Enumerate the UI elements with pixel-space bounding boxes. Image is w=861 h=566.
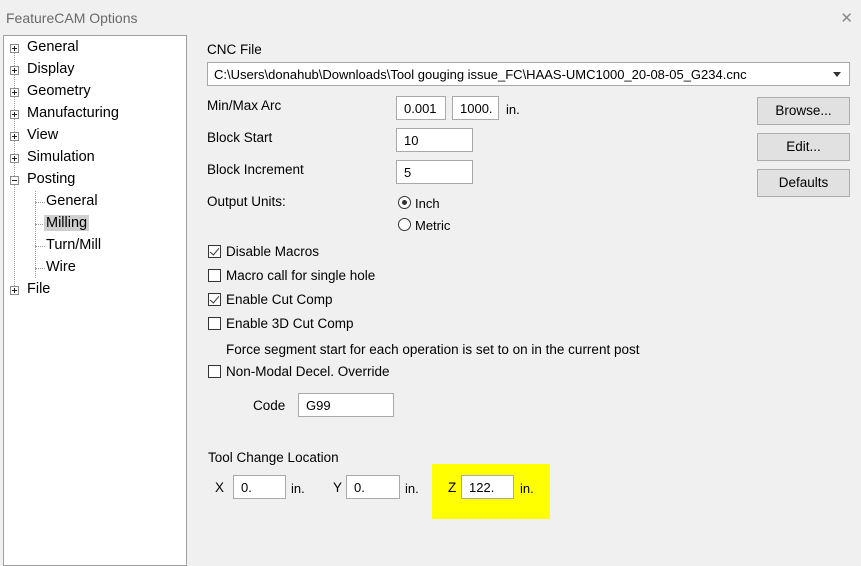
tree-item-manufacturing[interactable]: Manufacturing	[27, 105, 119, 121]
title-bar: FeatureCAM Options ✕	[0, 0, 861, 34]
output-units-label: Output Units:	[207, 194, 286, 209]
y-unit-label: in.	[405, 481, 419, 496]
enable-cut-comp-label: Enable Cut Comp	[226, 292, 333, 307]
metric-radio[interactable]	[398, 218, 411, 231]
x-label: X	[215, 480, 225, 495]
enable-cut-comp-checkbox[interactable]	[208, 293, 221, 306]
expand-display-icon[interactable]	[10, 66, 19, 75]
cnc-file-dropdown[interactable]: C:\Users\donahub\Downloads\Tool gouging …	[207, 62, 850, 86]
tree-item-file[interactable]: File	[27, 281, 50, 297]
non-modal-decel-label: Non-Modal Decel. Override	[226, 364, 390, 379]
macro-single-hole-checkbox[interactable]	[208, 269, 221, 282]
non-modal-decel-checkbox[interactable]	[208, 365, 221, 378]
tree-item-general[interactable]: General	[27, 39, 79, 55]
expand-general-icon[interactable]	[10, 44, 19, 53]
y-input[interactable]: 0.	[346, 475, 400, 499]
expand-manufacturing-icon[interactable]	[10, 110, 19, 119]
enable-3d-cut-comp-checkbox[interactable]	[208, 317, 221, 330]
block-start-label: Block Start	[207, 130, 273, 145]
defaults-button[interactable]: Defaults	[757, 169, 850, 197]
min-max-arc-label: Min/Max Arc	[207, 98, 282, 113]
block-start-input[interactable]: 10	[396, 128, 473, 152]
options-tree: General Display Geometry Manufacturing V…	[3, 35, 187, 566]
expand-simulation-icon[interactable]	[10, 154, 19, 163]
force-segment-note: Force segment start for each operation i…	[226, 342, 640, 357]
tool-change-location-label: Tool Change Location	[208, 450, 339, 465]
disable-macros-label: Disable Macros	[226, 244, 320, 259]
tree-item-geometry[interactable]: Geometry	[27, 83, 91, 99]
z-label: Z	[448, 480, 457, 495]
max-arc-input[interactable]: 1000.	[452, 96, 499, 120]
arc-unit-label: in.	[506, 102, 520, 117]
close-icon[interactable]: ✕	[840, 9, 853, 27]
disable-macros-checkbox[interactable]	[208, 245, 221, 258]
tree-item-posting-general[interactable]: General	[46, 193, 98, 209]
tree-item-posting-milling[interactable]: Milling	[44, 215, 90, 231]
tree-item-posting-wire[interactable]: Wire	[46, 259, 76, 275]
min-arc-input[interactable]: 0.001	[396, 96, 446, 120]
block-increment-input[interactable]: 5	[396, 160, 473, 184]
browse-button[interactable]: Browse...	[757, 97, 850, 125]
enable-3d-cut-comp-label: Enable 3D Cut Comp	[226, 316, 354, 331]
code-input[interactable]: G99	[298, 393, 394, 417]
chevron-down-icon[interactable]	[833, 72, 841, 77]
x-unit-label: in.	[291, 481, 305, 496]
block-increment-label: Block Increment	[207, 162, 304, 177]
tree-item-posting[interactable]: Posting	[27, 171, 75, 187]
code-label: Code	[253, 398, 286, 413]
expand-view-icon[interactable]	[10, 132, 19, 141]
x-input[interactable]: 0.	[233, 475, 286, 499]
z-unit-label: in.	[520, 481, 534, 496]
inch-label: Inch	[415, 196, 440, 211]
expand-file-icon[interactable]	[10, 286, 19, 295]
cnc-file-path: C:\Users\donahub\Downloads\Tool gouging …	[214, 67, 747, 82]
z-input[interactable]: 122.	[461, 475, 514, 499]
inch-radio[interactable]	[398, 196, 411, 209]
expand-geometry-icon[interactable]	[10, 88, 19, 97]
window-title: FeatureCAM Options	[6, 10, 138, 26]
tree-item-simulation[interactable]: Simulation	[27, 149, 95, 165]
y-label: Y	[333, 480, 343, 495]
macro-single-hole-label: Macro call for single hole	[226, 268, 376, 283]
tree-item-posting-turn-mill[interactable]: Turn/Mill	[46, 237, 101, 253]
cnc-file-label: CNC File	[207, 42, 262, 57]
metric-label: Metric	[415, 218, 451, 233]
tree-item-view[interactable]: View	[27, 127, 58, 143]
edit-button[interactable]: Edit...	[757, 133, 850, 161]
collapse-posting-icon[interactable]	[10, 176, 19, 185]
tree-item-display[interactable]: Display	[27, 61, 75, 77]
